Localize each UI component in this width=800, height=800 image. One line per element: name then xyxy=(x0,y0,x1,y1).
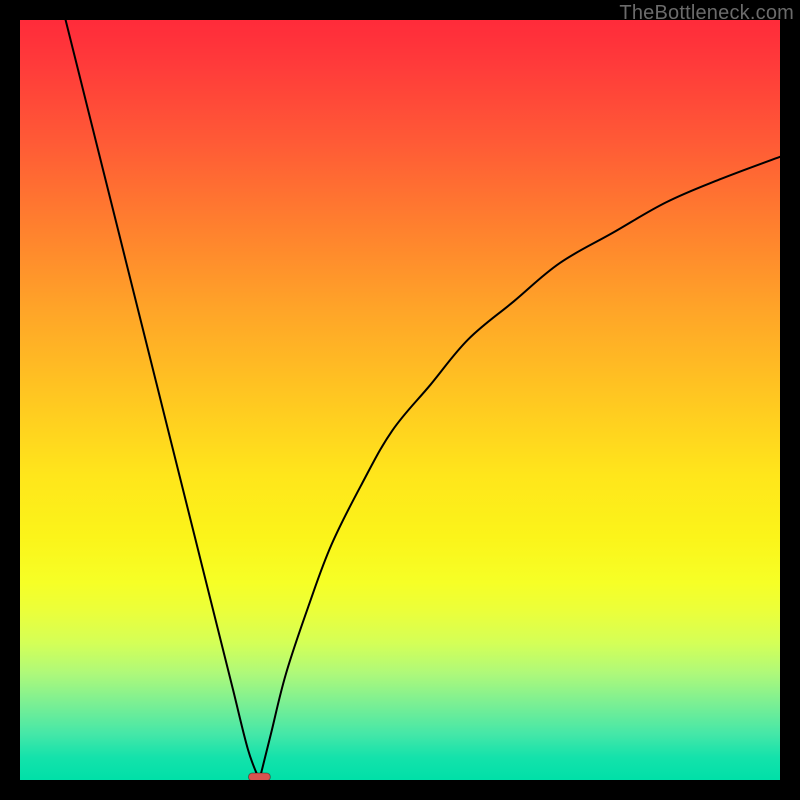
watermark-label: TheBottleneck.com xyxy=(619,2,794,25)
chart-plot xyxy=(20,20,780,780)
curve-left-branch xyxy=(66,20,260,780)
optimal-marker xyxy=(248,773,270,780)
chart-frame xyxy=(20,20,780,780)
curve-right-branch xyxy=(259,157,780,780)
